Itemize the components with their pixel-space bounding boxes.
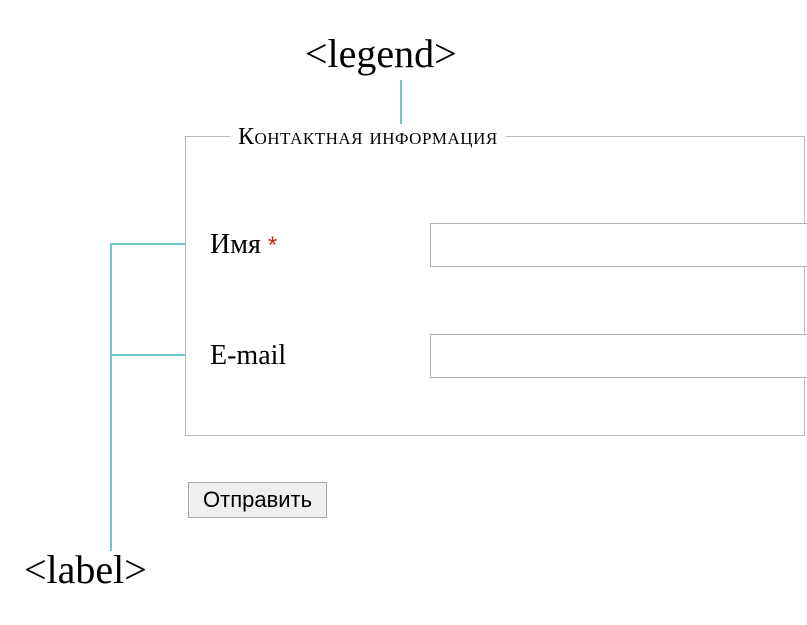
contact-fieldset [185,136,805,436]
email-input[interactable] [430,334,807,378]
pointer-line [110,243,112,551]
callout-label-tag: <label> [24,546,147,593]
row-name: Имя * [210,222,807,268]
callout-legend-tag: <legend> [305,30,457,77]
required-marker: * [268,232,277,259]
submit-button[interactable]: Отправить [188,482,327,518]
row-email: E-mail [210,333,807,379]
name-label-text: Имя [210,229,261,260]
name-input[interactable] [430,223,807,267]
name-label: Имя * [210,229,430,261]
pointer-line [400,80,402,130]
fieldset-legend: Контактная информация [230,124,506,151]
email-label: E-mail [210,340,430,372]
